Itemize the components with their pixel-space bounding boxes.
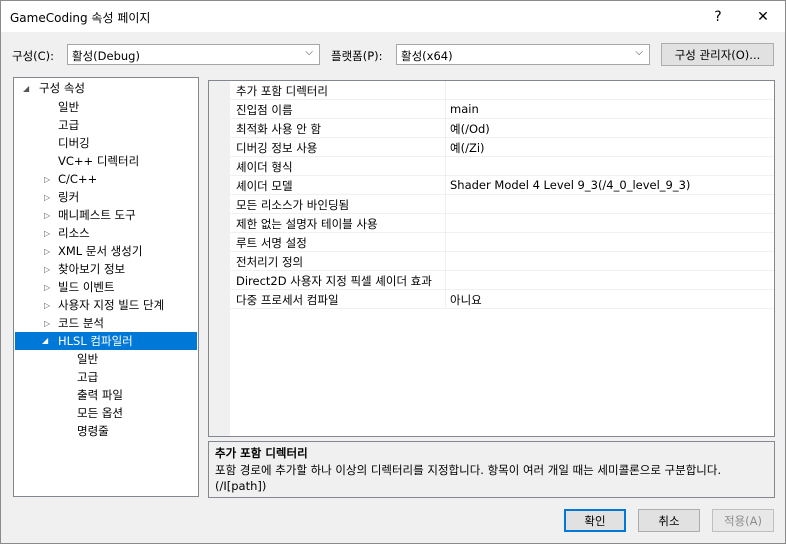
tree-subitem-all-options[interactable]: 모든 옵션	[77, 404, 123, 422]
ok-button[interactable]: 확인	[564, 509, 626, 532]
category-tree[interactable]: ◢ 구성 속성 일반 고급 디버깅 VC++ 디렉터리 ▷ C/C++ ▷ 링커…	[13, 77, 199, 497]
property-row[interactable]: 전처리기 정의	[230, 252, 774, 271]
tree-subitem-general[interactable]: 일반	[77, 350, 98, 368]
property-name: 모든 리소스가 바인딩됨	[236, 198, 350, 212]
property-value[interactable]: 아니요	[450, 292, 482, 308]
tree-item-xml-doc[interactable]: XML 문서 생성기	[58, 242, 142, 260]
tree-subitem-output-files[interactable]: 출력 파일	[77, 386, 123, 404]
tree-item-resources[interactable]: 리소스	[58, 224, 90, 242]
tree-item-manifest[interactable]: 매니페스트 도구	[58, 206, 136, 224]
property-grid: 추가 포함 디렉터리 진입점 이름 main 최적화 사용 안 함 예(/Od)…	[208, 80, 775, 437]
collapsed-triangle-icon[interactable]: ▷	[44, 211, 50, 220]
description-title: 추가 포함 디렉터리	[215, 446, 308, 460]
property-name: 디버깅 정보 사용	[236, 141, 318, 155]
expanded-triangle-icon[interactable]: ◢	[23, 84, 29, 93]
property-row[interactable]: 디버깅 정보 사용 예(/Zi)	[230, 138, 774, 157]
tree-item-cpp[interactable]: C/C++	[58, 170, 97, 188]
config-label: 구성(C):	[12, 49, 55, 63]
tree-root[interactable]: 구성 속성	[39, 79, 85, 97]
property-value[interactable]: Shader Model 4 Level 9_3(/4_0_level_9_3)	[450, 178, 690, 192]
tree-item-vc-directories[interactable]: VC++ 디렉터리	[58, 152, 139, 170]
tree-item-code-analysis[interactable]: 코드 분석	[58, 314, 104, 332]
tree-item-build-events[interactable]: 빌드 이벤트	[58, 278, 115, 296]
property-row[interactable]: 모든 리소스가 바인딩됨	[230, 195, 774, 214]
property-row[interactable]: 셰이더 형식	[230, 157, 774, 176]
collapsed-triangle-icon[interactable]: ▷	[44, 193, 50, 202]
collapsed-triangle-icon[interactable]: ▷	[44, 319, 50, 328]
tree-subitem-advanced[interactable]: 고급	[77, 368, 98, 386]
config-manager-button[interactable]: 구성 관리자(O)...	[661, 43, 774, 66]
collapsed-triangle-icon[interactable]: ▷	[44, 265, 50, 274]
tree-item-custom-build[interactable]: 사용자 지정 빌드 단계	[58, 296, 164, 314]
chevron-down-icon: ⌵	[635, 47, 643, 58]
tree-item-debugging[interactable]: 디버깅	[58, 134, 90, 152]
property-name: 셰이더 모델	[236, 179, 293, 193]
expanded-triangle-icon[interactable]: ◢	[42, 332, 48, 350]
property-name: 루트 서명 설정	[236, 236, 307, 250]
property-name: 추가 포함 디렉터리	[236, 84, 328, 98]
config-combo-value: 활성(Debug)	[72, 49, 140, 63]
property-row[interactable]: 다중 프로세서 컴파일 아니요	[230, 290, 774, 309]
tree-item-linker[interactable]: 링커	[58, 188, 79, 206]
property-row[interactable]: 진입점 이름 main	[230, 100, 774, 119]
platform-combo-value: 활성(x64)	[401, 49, 453, 63]
property-row[interactable]: Direct2D 사용자 지정 픽셀 셰이더 효과	[230, 271, 774, 290]
tree-item-browse-info[interactable]: 찾아보기 정보	[58, 260, 125, 278]
close-button[interactable]: ✕	[741, 1, 785, 32]
property-name: 전처리기 정의	[236, 255, 304, 269]
description-text: 포함 경로에 추가할 하나 이상의 디렉터리를 지정합니다. 항목이 여러 개일…	[215, 463, 722, 493]
collapsed-triangle-icon[interactable]: ▷	[44, 301, 50, 310]
property-name: 셰이더 형식	[236, 160, 293, 174]
property-row[interactable]: 최적화 사용 안 함 예(/Od)	[230, 119, 774, 138]
property-row[interactable]: 추가 포함 디렉터리	[230, 81, 774, 100]
cancel-button[interactable]: 취소	[638, 509, 700, 532]
tree-item-hlsl-selected[interactable]: ◢ HLSL 컴파일러	[15, 332, 197, 350]
property-pages-window: GameCoding 속성 페이지 ? ✕ 구성(C): 활성(Debug) ⌵…	[0, 0, 786, 544]
property-name: Direct2D 사용자 지정 픽셀 셰이더 효과	[236, 274, 432, 288]
property-name: 다중 프로세서 컴파일	[236, 293, 339, 307]
tree-subitem-command-line[interactable]: 명령줄	[77, 422, 109, 440]
window-title: GameCoding 속성 페이지	[10, 11, 151, 25]
property-row[interactable]: 제한 없는 설명자 테이블 사용	[230, 214, 774, 233]
collapsed-triangle-icon[interactable]: ▷	[44, 175, 50, 184]
property-row[interactable]: 셰이더 모델 Shader Model 4 Level 9_3(/4_0_lev…	[230, 176, 774, 195]
property-name: 최적화 사용 안 함	[236, 122, 322, 136]
chevron-down-icon: ⌵	[305, 47, 313, 58]
collapsed-triangle-icon[interactable]: ▷	[44, 283, 50, 292]
property-name: 진입점 이름	[236, 103, 293, 117]
collapsed-triangle-icon[interactable]: ▷	[44, 247, 50, 256]
help-button[interactable]: ?	[696, 1, 740, 32]
title-bar: GameCoding 속성 페이지 ? ✕	[1, 1, 785, 32]
config-combo[interactable]: 활성(Debug) ⌵	[67, 44, 320, 65]
description-panel: 추가 포함 디렉터리 포함 경로에 추가할 하나 이상의 디렉터리를 지정합니다…	[208, 441, 775, 498]
tree-item-hlsl-label: HLSL 컴파일러	[58, 334, 133, 348]
grid-gutter	[209, 81, 230, 436]
platform-label: 플랫폼(P):	[331, 49, 383, 63]
property-row[interactable]: 루트 서명 설정	[230, 233, 774, 252]
property-value[interactable]: main	[450, 102, 479, 116]
property-value[interactable]: 예(/Od)	[450, 121, 490, 137]
tree-item-general[interactable]: 일반	[58, 98, 79, 116]
tree-item-advanced[interactable]: 고급	[58, 116, 79, 134]
platform-combo[interactable]: 활성(x64) ⌵	[396, 44, 650, 65]
apply-button[interactable]: 적용(A)	[712, 509, 774, 532]
collapsed-triangle-icon[interactable]: ▷	[44, 229, 50, 238]
property-name: 제한 없는 설명자 테이블 사용	[236, 217, 378, 231]
property-value[interactable]: 예(/Zi)	[450, 140, 485, 156]
